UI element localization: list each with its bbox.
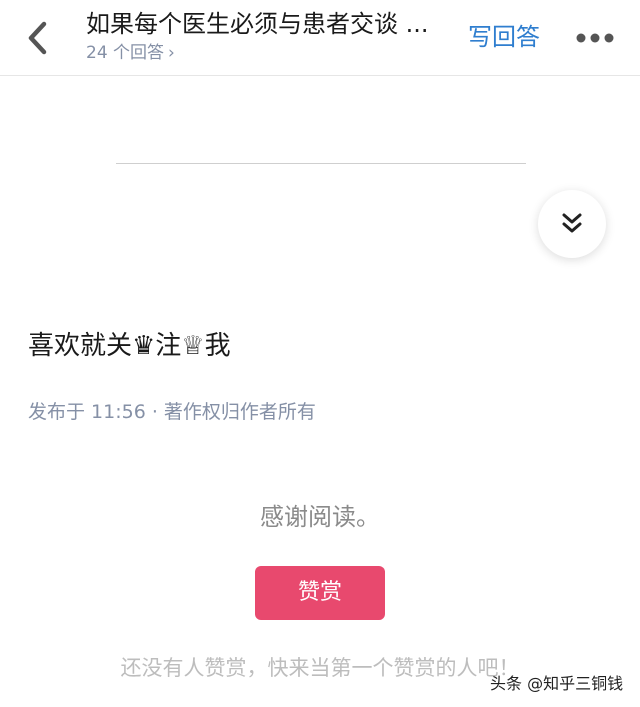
watermark: 头条 @知乎三铜钱 bbox=[490, 674, 624, 693]
publish-meta: 发布于 11:56 · 著作权归作者所有 bbox=[28, 401, 316, 423]
more-button[interactable] bbox=[574, 28, 616, 48]
answers-count-label: 24 个回答 bbox=[86, 43, 165, 63]
thanks-text: 感谢阅读。 bbox=[260, 503, 380, 531]
more-dots-icon bbox=[576, 33, 614, 43]
answers-count-link[interactable]: 24 个回答 › bbox=[86, 41, 175, 65]
chevron-right-icon: › bbox=[168, 43, 175, 63]
chevron-left-icon bbox=[28, 21, 47, 55]
question-title[interactable]: 如果每个医生必须与患者交谈 ... bbox=[86, 8, 458, 40]
answer-page: 如果每个医生必须与患者交谈 ... 24 个回答 › 写回答 喜欢就关♛注♕我 发… bbox=[0, 0, 640, 707]
answer-body-text: 喜欢就关♛注♕我 bbox=[28, 331, 231, 361]
collapse-button[interactable] bbox=[538, 190, 606, 258]
double-chevron-down-icon bbox=[562, 213, 582, 233]
content-divider bbox=[116, 163, 526, 164]
back-button[interactable] bbox=[22, 18, 56, 58]
top-bar: 如果每个医生必须与患者交谈 ... 24 个回答 › 写回答 bbox=[0, 0, 640, 76]
write-answer-button[interactable]: 写回答 bbox=[468, 20, 540, 54]
reward-button[interactable]: 赞赏 bbox=[255, 566, 385, 620]
